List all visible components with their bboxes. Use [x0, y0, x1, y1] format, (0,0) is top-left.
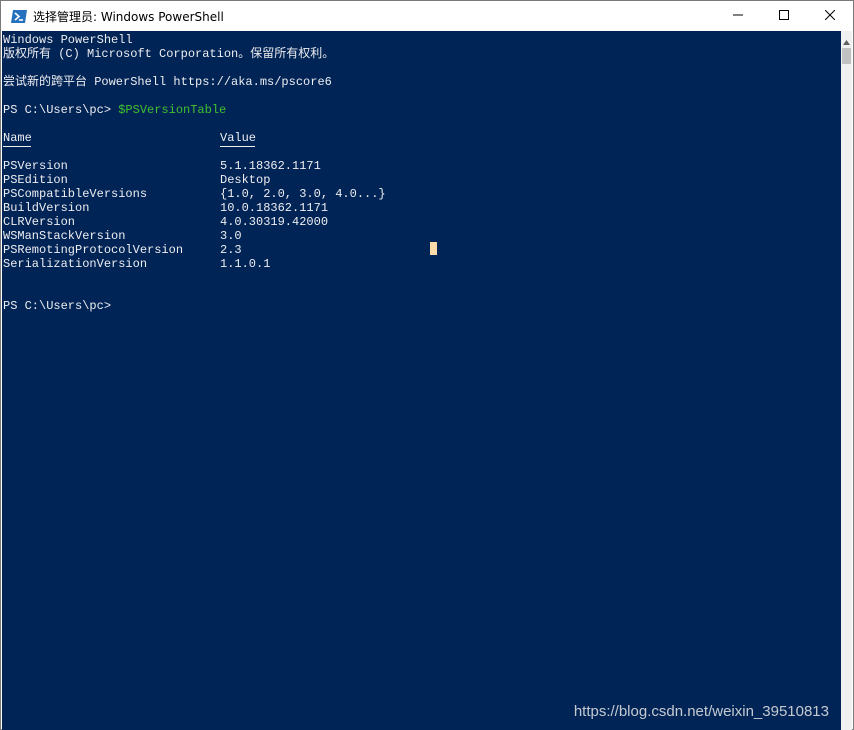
- table-row-name: SerializationVersion: [3, 257, 148, 271]
- header-underline-value: [220, 146, 255, 147]
- window-title: 选择管理员: Windows PowerShell: [33, 9, 224, 24]
- header-underline-name: [3, 146, 31, 147]
- pscore-link-line: 尝试新的跨平台 PowerShell https://aka.ms/pscore…: [3, 75, 332, 89]
- close-icon: [824, 8, 836, 24]
- vertical-scrollbar[interactable]: [841, 31, 852, 730]
- table-row-value: 10.0.18362.1171: [220, 201, 329, 215]
- prompt: PS C:\Users\pc>: [3, 103, 119, 117]
- minimize-icon: [733, 8, 743, 24]
- table-row-name: PSRemotingProtocolVersion: [3, 243, 184, 257]
- table-row-name: CLRVersion: [3, 215, 76, 229]
- copyright-line: 版权所有 (C) Microsoft Corporation。保留所有权利。: [3, 47, 335, 61]
- table-row-value: {1.0, 2.0, 3.0, 4.0...}: [220, 187, 386, 201]
- scroll-thumb[interactable]: [842, 48, 851, 64]
- table-row-value: 4.0.30319.42000: [220, 215, 329, 229]
- title-bar[interactable]: 选择管理员: Windows PowerShell: [1, 1, 853, 31]
- console-output[interactable]: Windows PowerShell 版权所有 (C) Microsoft Co…: [2, 31, 843, 730]
- table-row-name: PSVersion: [3, 159, 68, 173]
- watermark: https://blog.csdn.net/weixin_39510813: [573, 703, 829, 720]
- chevron-up-icon: [843, 30, 850, 49]
- table-header-name: Name: [3, 131, 32, 145]
- table-row-name: WSManStackVersion: [3, 229, 126, 243]
- text-cursor: [430, 242, 437, 255]
- maximize-icon: [779, 8, 789, 24]
- banner-line: Windows PowerShell: [3, 33, 133, 47]
- close-button[interactable]: [807, 1, 853, 31]
- scroll-up-button[interactable]: [841, 31, 852, 47]
- table-header-value: Value: [220, 131, 257, 145]
- command-text: $PSVersionTable: [118, 103, 227, 117]
- powershell-icon: [11, 9, 27, 23]
- table-row-value: 1.1.0.1: [220, 257, 271, 271]
- powershell-window: 选择管理员: Windows PowerShell Windows PowerS…: [0, 0, 854, 730]
- table-row-name: BuildVersion: [3, 201, 90, 215]
- prompt-line-1: PS C:\Users\pc> $PSVersionTable: [3, 103, 226, 117]
- maximize-button[interactable]: [761, 1, 807, 31]
- table-row-name: PSCompatibleVersions: [3, 187, 148, 201]
- table-row-value: 5.1.18362.1171: [220, 159, 321, 173]
- minimize-button[interactable]: [715, 1, 761, 31]
- table-row-name: PSEdition: [3, 173, 68, 187]
- table-row-value: 2.3: [220, 243, 242, 257]
- table-row-value: Desktop: [220, 173, 271, 187]
- prompt-line-2: PS C:\Users\pc>: [3, 299, 112, 313]
- table-row-value: 3.0: [220, 229, 242, 243]
- window-controls: [715, 1, 853, 31]
